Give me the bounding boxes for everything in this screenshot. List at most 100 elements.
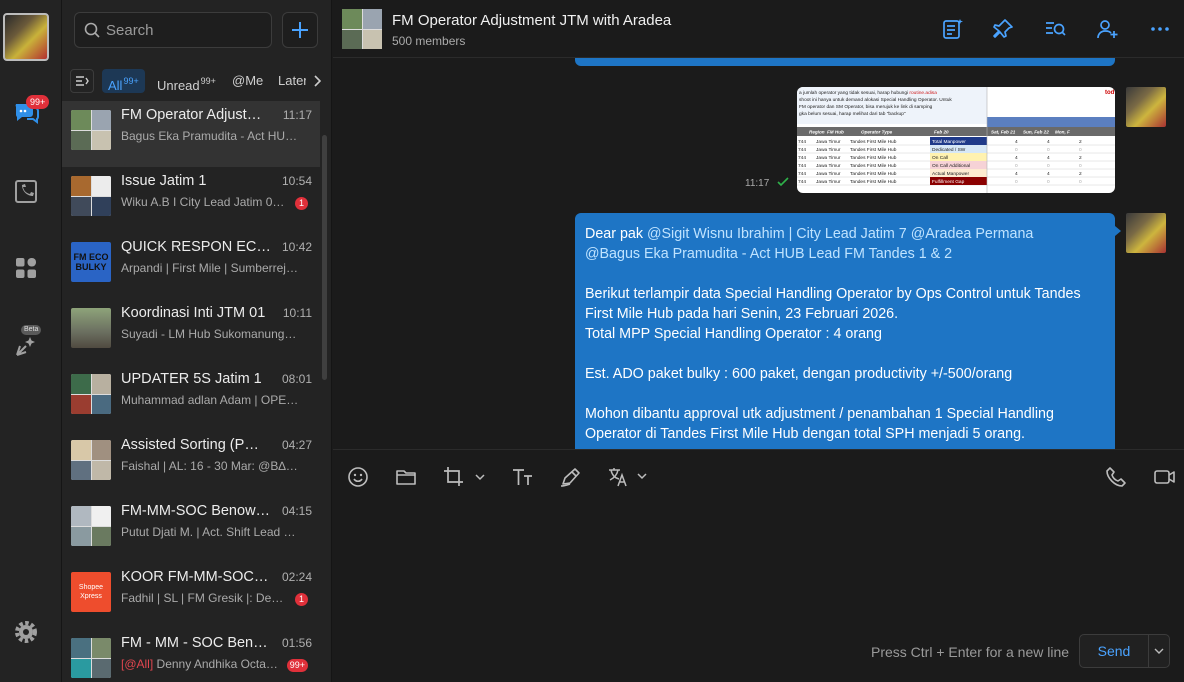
pin-icon[interactable]: [990, 16, 1016, 42]
sheet-notice-highlight: routine.adisa: [908, 90, 937, 96]
chat-header: FM Operator Adjustment JTM with Aradea 5…: [333, 0, 1184, 58]
sheet-date-band: [987, 117, 1115, 127]
search-input[interactable]: [106, 21, 256, 39]
sender-avatar[interactable]: [1126, 213, 1166, 253]
text-format-icon[interactable]: [511, 464, 535, 490]
message-bubble[interactable]: Dear pak @Sigit Wisnu Ibrahim | City Lea…: [575, 213, 1115, 449]
chat-list-scrollbar[interactable]: [322, 135, 327, 380]
list-item[interactable]: Shopee Xpress KOOR FM-MM-SOC … 02:24 Fad…: [62, 563, 320, 629]
add-member-icon[interactable]: [1094, 16, 1120, 42]
list-item[interactable]: UPDATER 5S Jatim 1 08:01 Muhammad adlan …: [62, 365, 320, 431]
group-avatar: [71, 374, 111, 414]
mention[interactable]: @Sigit Wisnu Ibrahim | City Lead Jatim 7: [647, 226, 907, 242]
list-item[interactable]: FM Operator Adjustm… 11:17 Bagus Eka Pra…: [62, 101, 320, 167]
previous-message-bubble[interactable]: [575, 58, 1115, 66]
list-item[interactable]: Assisted Sorting (PW… 04:27 Faishal | AL…: [62, 431, 320, 497]
sheet-cell: 2: [1079, 171, 1082, 177]
sheet-cell: Jawa Timur: [816, 155, 841, 161]
sheet-cell: 0: [1047, 147, 1050, 153]
send-button[interactable]: Send: [1080, 635, 1148, 667]
app-window: 99+ Beta All99+ Unread99+ @Me: [0, 0, 1184, 682]
sheet-cell: 744: [798, 163, 806, 169]
sheet-notice-line: shoot ini hanya untuk demand alokasi Spe…: [799, 97, 952, 103]
screenshot-icon[interactable]: [443, 464, 487, 490]
mention[interactable]: @Aradea Permana: [911, 226, 1034, 242]
tab-later[interactable]: Later: [278, 69, 308, 93]
group-avatar: [71, 110, 111, 150]
read-check-icon: [777, 177, 789, 187]
chevron-down-icon[interactable]: [1148, 635, 1169, 667]
chevron-right-icon[interactable]: [306, 69, 328, 93]
unread-badge: 99+: [286, 659, 308, 672]
more-icon[interactable]: [1147, 16, 1173, 42]
my-avatar[interactable]: [3, 13, 49, 61]
unread-badge: 99+: [26, 95, 50, 109]
filter-tabs: All99+ Unread99+ @Me Later: [62, 66, 332, 96]
sheet-cell: 4: [1047, 139, 1050, 145]
message-time: 11:17: [745, 178, 770, 189]
translate-icon[interactable]: [607, 464, 651, 490]
sheet-cell: 744: [798, 155, 806, 161]
emoji-icon[interactable]: [347, 464, 369, 490]
contacts-icon[interactable]: [11, 176, 41, 206]
search-box[interactable]: [74, 12, 272, 48]
sheet-cell: 4: [1047, 155, 1050, 161]
phone-icon[interactable]: [1105, 464, 1127, 490]
settings-icon[interactable]: [11, 617, 41, 647]
sheet-cell: Jawa Timur: [816, 147, 841, 153]
draw-icon[interactable]: [559, 464, 583, 490]
sheet-cell: Jawa Timur: [816, 179, 841, 185]
sheet-cell: 0: [1047, 163, 1050, 169]
notes-icon[interactable]: [940, 16, 966, 42]
mention-all: [@All]: [121, 657, 154, 671]
chat-title[interactable]: FM Operator Adjustment JTM with Aradea: [392, 12, 671, 29]
sparkle-icon[interactable]: [11, 331, 41, 361]
sheet-cell: Tandes First Mile Hub: [850, 171, 897, 177]
tab-unread[interactable]: Unread99+: [157, 69, 216, 93]
search-icon: [84, 22, 100, 38]
search-messages-icon[interactable]: [1042, 16, 1068, 42]
video-call-icon[interactable]: [1153, 464, 1177, 490]
group-avatar: [71, 176, 111, 216]
list-item[interactable]: Issue Jatim 1 10:54 Wiku A.B I City Lead…: [62, 167, 320, 233]
group-avatar[interactable]: [342, 9, 382, 49]
unread-badge: 1: [295, 593, 308, 606]
sheet-col-header: FM Hub: [827, 130, 844, 135]
sheet-cell: Tandes First Mile Hub: [850, 147, 897, 153]
group-avatar: [71, 506, 111, 546]
shopee-logo: Shopee Xpress: [71, 572, 111, 612]
member-count[interactable]: 500 members: [392, 34, 465, 48]
tab-at-me[interactable]: @Me: [232, 69, 263, 93]
sheet-col-header: Feb 20: [934, 130, 949, 135]
apps-icon[interactable]: [11, 253, 41, 283]
folder-icon[interactable]: [395, 464, 417, 490]
sheet-cell: 744: [798, 139, 806, 145]
composer: Press Ctrl + Enter for a new line Send: [333, 449, 1184, 682]
list-item[interactable]: Koordinasi Inti JTM 01 10:11 Suyadi - LM…: [62, 299, 320, 365]
list-item[interactable]: FM ECO BULKY QUICK RESPON EC… 10:42 Arpa…: [62, 233, 320, 299]
group-avatar: [71, 308, 111, 348]
sheet-cell: 2: [1079, 155, 1082, 161]
mention[interactable]: @Bagus Eka Pramudita - Act HUB Lead FM T…: [585, 246, 952, 262]
list-item[interactable]: FM-MM-SOC Benow… 04:15 Putut Djati M. | …: [62, 497, 320, 563]
shortcut-hint: Press Ctrl + Enter for a new line: [871, 644, 1070, 660]
sheet-cell: 744: [798, 179, 806, 185]
message-input[interactable]: [347, 504, 1167, 624]
sheet-cell: 2: [1079, 139, 1082, 145]
sheet-cell: 0: [1047, 179, 1050, 185]
sheet-cell: Fulfillment Gap: [932, 179, 965, 185]
sheet-cell: 0: [1015, 147, 1018, 153]
list-item[interactable]: FM - MM - SOC Ben… 01:56 [@All] Denny An…: [62, 629, 320, 682]
chat-list: FM Operator Adjustm… 11:17 Bagus Eka Pra…: [62, 101, 320, 682]
new-chat-button[interactable]: [282, 12, 318, 48]
sheet-cell: Actual Manpower: [932, 171, 969, 177]
sheet-cell: 0: [1015, 163, 1018, 169]
filter-toggle-icon[interactable]: [70, 69, 94, 93]
tab-all[interactable]: All99+: [102, 69, 145, 93]
sheet-cell: Jawa Timur: [816, 171, 841, 177]
sender-avatar[interactable]: [1126, 87, 1166, 127]
spreadsheet-image-message[interactable]: a jumlah operator yang tidak sesuai, har…: [797, 87, 1115, 193]
chat-sidebar: All99+ Unread99+ @Me Later FM Operator A…: [62, 0, 332, 682]
sheet-today-label: tod: [1105, 90, 1115, 96]
sheet-col-header: Sun, Feb 22: [1023, 130, 1049, 135]
